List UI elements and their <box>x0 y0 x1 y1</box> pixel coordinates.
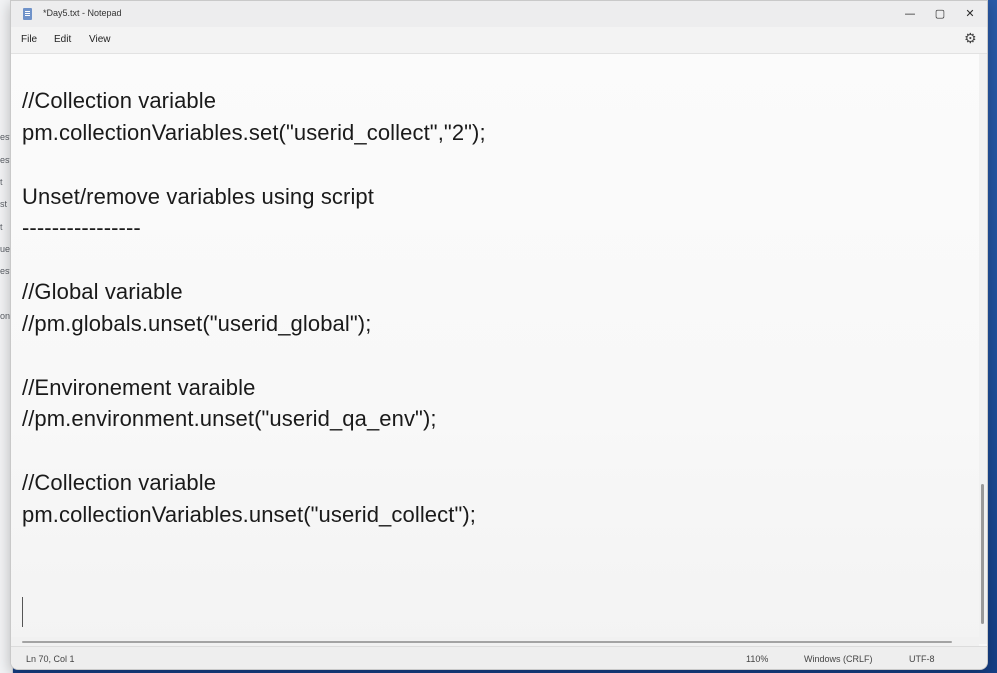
vertical-scrollbar[interactable] <box>979 54 987 644</box>
background-text-fragment: t <box>0 222 3 232</box>
close-button[interactable]: ✕ <box>955 3 985 25</box>
editor-line: Unset/remove variables using script <box>22 184 374 209</box>
editor-line: //Global variable <box>22 279 183 304</box>
window-title: *Day5.txt - Notepad <box>43 8 122 18</box>
horizontal-scrollbar[interactable] <box>11 637 979 646</box>
editor-line: //Collection variable <box>22 470 217 495</box>
notepad-window: *Day5.txt - Notepad — ▢ ✕ File Edit View… <box>10 0 988 670</box>
menu-view[interactable]: View <box>89 34 111 45</box>
text-caret <box>22 597 23 627</box>
editor-line: ---------------- <box>22 215 141 240</box>
title-bar[interactable]: *Day5.txt - Notepad — ▢ ✕ <box>11 1 987 27</box>
editor-line: pm.collectionVariables.set("userid_colle… <box>22 120 486 145</box>
editor-line: //Environement varaible <box>22 375 256 400</box>
line-ending[interactable]: Windows (CRLF) <box>804 654 873 664</box>
horizontal-scrollbar-thumb[interactable] <box>22 641 952 643</box>
cursor-position: Ln 70, Col 1 <box>26 654 75 664</box>
background-text-fragment: t <box>0 177 3 187</box>
editor-line: //pm.environment.unset("userid_qa_env"); <box>22 406 437 431</box>
menu-bar: File Edit View ⚙ <box>11 27 987 54</box>
maximize-button[interactable]: ▢ <box>925 3 955 25</box>
zoom-level[interactable]: 110% <box>746 654 768 664</box>
text-editor-area[interactable]: //Collection variable pm.collectionVaria… <box>11 54 979 644</box>
background-text-fragment: on <box>0 311 11 321</box>
settings-gear-icon[interactable]: ⚙ <box>964 31 977 47</box>
minimize-button[interactable]: — <box>895 3 925 25</box>
vertical-scrollbar-thumb[interactable] <box>981 484 984 624</box>
editor-line: pm.collectionVariables.unset("userid_col… <box>22 502 477 527</box>
status-bar: Ln 70, Col 1 110% Windows (CRLF) UTF-8 <box>11 646 987 669</box>
editor-line: //Collection variable <box>22 88 217 113</box>
editor-line: //pm.globals.unset("userid_global"); <box>22 311 372 336</box>
background-text-fragment: st <box>0 199 8 209</box>
menu-edit[interactable]: Edit <box>54 34 71 45</box>
menu-file[interactable]: File <box>21 34 37 45</box>
notepad-app-icon <box>23 8 32 20</box>
encoding[interactable]: UTF-8 <box>909 654 935 664</box>
